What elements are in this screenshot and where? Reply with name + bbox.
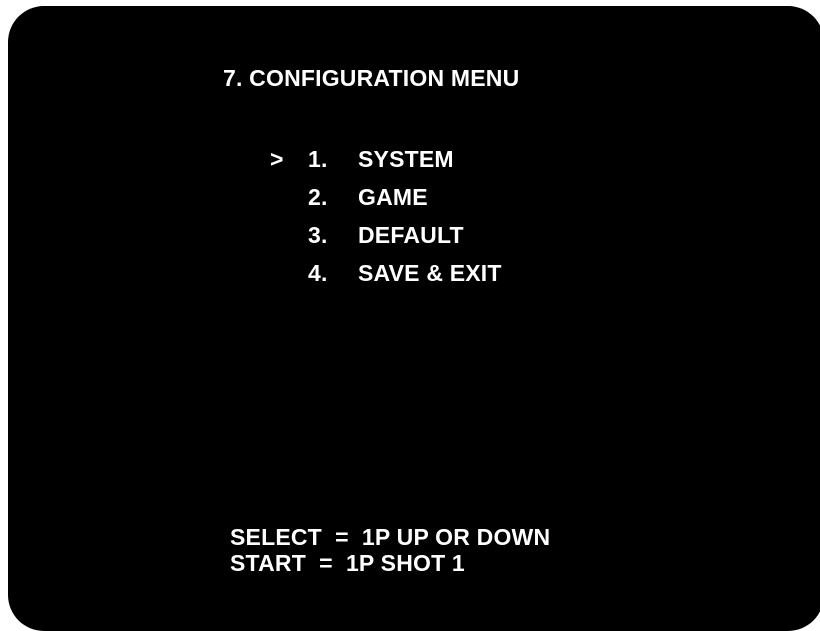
menu-item-label: DEFAULT	[358, 222, 464, 248]
selection-cursor: >	[270, 146, 284, 172]
menu-item-game[interactable]: 2. GAME	[8, 184, 608, 214]
help-select: SELECT = 1P UP OR DOWN	[230, 524, 551, 550]
menu-item-number: 1.	[308, 146, 328, 172]
menu-item-system[interactable]: > 1. SYSTEM	[8, 146, 608, 176]
menu-item-label: SAVE & EXIT	[358, 260, 502, 286]
menu-item-default[interactable]: 3. DEFAULT	[8, 222, 608, 252]
menu-item-number: 4.	[308, 260, 328, 286]
menu-item-label: GAME	[358, 184, 428, 210]
arcade-screen: 7. CONFIGURATION MENU > 1. SYSTEM 2. GAM…	[8, 6, 820, 631]
menu-item-number: 2.	[308, 184, 328, 210]
menu-item-number: 3.	[308, 222, 328, 248]
menu-title: 7. CONFIGURATION MENU	[223, 65, 520, 91]
help-start: START = 1P SHOT 1	[230, 550, 465, 576]
menu-item-label: SYSTEM	[358, 146, 454, 172]
menu-item-save-exit[interactable]: 4. SAVE & EXIT	[8, 260, 608, 290]
